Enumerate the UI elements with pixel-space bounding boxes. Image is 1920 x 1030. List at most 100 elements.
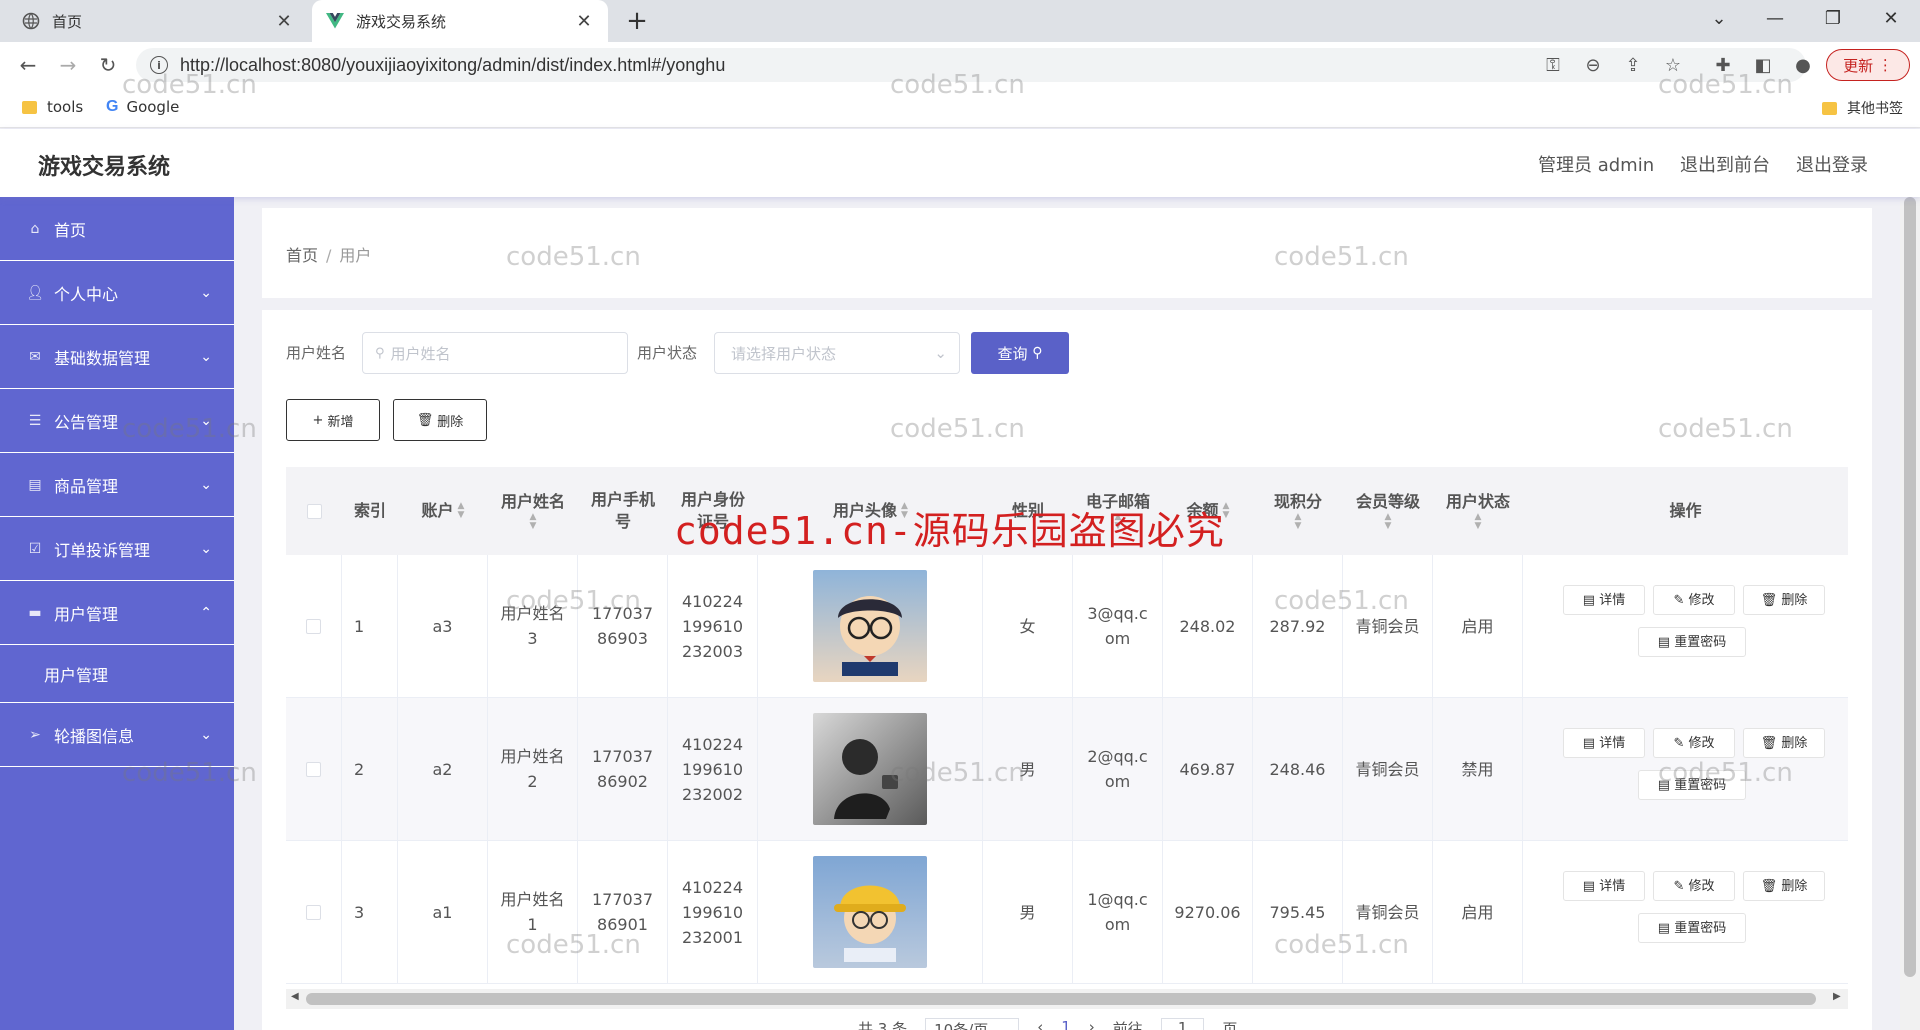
edit-button[interactable]: ✎ 修改 (1653, 871, 1735, 901)
breadcrumb-home[interactable]: 首页 (286, 246, 318, 265)
zoom-icon[interactable]: ⊖ (1580, 52, 1606, 78)
header-status[interactable]: 用户状态 ▲ ▼ (1433, 467, 1523, 555)
cell-balance: 469.87 (1163, 698, 1253, 840)
goto-input[interactable]: 1 (1160, 1018, 1205, 1030)
content-card: 用户姓名 ⚲ 用户姓名 用户状态 请选择用户状态 ⌄ 查询 ⚲ + 新增 🗑︎ 删除… (262, 310, 1872, 1030)
cell-idcard: 410224199610232003 (668, 555, 758, 697)
browser-tab-title: 首页 (52, 12, 83, 31)
scrollbar-thumb[interactable] (306, 993, 1816, 1005)
cell-balance: 248.02 (1163, 555, 1253, 697)
close-icon[interactable]: ✕ (274, 11, 294, 32)
document-icon: ▤ (1582, 878, 1600, 894)
page-size-select[interactable]: 10条/页 (925, 1018, 1020, 1030)
edit-icon: ✎ (1673, 592, 1689, 608)
sidebar-item-carousel[interactable]: ➢ 轮播图信息 ⌄ (0, 703, 234, 767)
url-text: http://localhost:8080/youxijiaoyixitong/… (180, 54, 726, 75)
page-vertical-scrollbar[interactable] (1900, 197, 1920, 1030)
header-points[interactable]: 现积分 ▲ ▼ (1253, 467, 1343, 555)
next-page-icon[interactable]: › (1089, 1018, 1095, 1030)
browser-tab-active[interactable]: 游戏交易系统 ✕ (312, 0, 608, 42)
new-tab-plus-icon[interactable]: + (622, 6, 652, 36)
status-select[interactable]: 请选择用户状态 ⌄ (714, 332, 960, 374)
sidepanel-icon[interactable]: ◧ (1750, 52, 1776, 78)
table-row: 3 a1 用户姓名1 17703786901 41022419961023200… (286, 841, 1848, 984)
header-name[interactable]: 用户姓名 ▲ ▼ (488, 467, 578, 555)
document-icon: ▤ (1582, 592, 1600, 608)
sidebar-item-complaints[interactable]: ☑ 订单投诉管理 ⌄ (0, 517, 234, 581)
star-icon[interactable]: ☆ (1660, 52, 1686, 78)
reset-password-button[interactable]: ▤ 重置密码 (1638, 627, 1746, 657)
sidebar-item-goods[interactable]: ▤ 商品管理 ⌄ (0, 453, 234, 517)
prev-page-icon[interactable]: ‹ (1037, 1018, 1043, 1030)
row-checkbox[interactable] (306, 618, 321, 634)
browser-tab-home[interactable]: 首页 ✕ (8, 0, 308, 42)
chevron-down-icon: ⌄ (200, 540, 212, 557)
current-page[interactable]: 1 (1061, 1018, 1071, 1030)
scrollbar-thumb[interactable] (1904, 197, 1916, 977)
select-all-checkbox[interactable] (306, 503, 322, 519)
header-account[interactable]: 账户 ▲ ▼ (398, 467, 488, 555)
logout-link[interactable]: 退出登录 (1796, 151, 1868, 177)
folder-icon: ▬ (28, 604, 42, 621)
search-icon: ⚲ (375, 345, 385, 361)
sidebar-item-personal-center[interactable]: 👤︎ 个人中心 ⌄ (0, 261, 234, 325)
edit-button[interactable]: ✎ 修改 (1653, 585, 1735, 615)
update-button[interactable]: 更新 ⋮ (1826, 49, 1910, 81)
cell-index: 3 (342, 841, 398, 983)
sidebar-item-notice[interactable]: ☰ 公告管理 ⌄ (0, 389, 234, 453)
profile-icon[interactable]: ● (1790, 52, 1816, 78)
row-checkbox[interactable] (306, 904, 321, 920)
extensions-icon[interactable]: ✚ (1710, 52, 1736, 78)
detail-button[interactable]: ▤ 详情 (1563, 728, 1645, 758)
chevron-down-icon: ⌄ (200, 412, 212, 429)
header-phone[interactable]: 用户手机号 (578, 467, 668, 555)
reload-icon[interactable]: ↻ (94, 51, 122, 79)
folder-icon (22, 100, 37, 114)
edit-button[interactable]: ✎ 修改 (1653, 728, 1735, 758)
delete-row-button[interactable]: 🗑︎ 删除 (1743, 871, 1825, 901)
info-icon[interactable]: i (150, 56, 168, 74)
reset-password-button[interactable]: ▤ 重置密码 (1638, 913, 1746, 943)
bookmark-tools[interactable]: tools (22, 98, 83, 116)
maximize-icon[interactable]: ❐ (1818, 8, 1848, 29)
name-search-input[interactable]: ⚲ 用户姓名 (362, 332, 628, 374)
scroll-right-icon[interactable]: ▶ (1833, 991, 1841, 1002)
user-avatar-image[interactable] (813, 713, 927, 825)
minimize-icon[interactable]: — (1760, 8, 1790, 29)
document-icon: ▤ (1657, 777, 1675, 793)
cell-email: 3@qq.com (1073, 555, 1163, 697)
reset-password-button[interactable]: ▤ 重置密码 (1638, 770, 1746, 800)
key-icon[interactable]: ⚿ (1540, 52, 1566, 78)
row-checkbox[interactable] (306, 761, 321, 777)
forward-arrow-icon[interactable]: → (54, 51, 82, 79)
user-avatar-image[interactable] (813, 856, 927, 968)
detail-button[interactable]: ▤ 详情 (1563, 871, 1645, 901)
breadcrumb-card: 首页 / 用户 (262, 208, 1872, 298)
cell-phone: 17703786902 (578, 698, 668, 840)
back-to-frontend-link[interactable]: 退出到前台 (1680, 151, 1770, 177)
delete-button[interactable]: 🗑︎ 删除 (393, 399, 487, 441)
sidebar-item-home[interactable]: ⌂ 首页 (0, 197, 234, 261)
close-icon[interactable]: ✕ (574, 11, 594, 32)
delete-row-button[interactable]: 🗑︎ 删除 (1743, 585, 1825, 615)
search-icon: ⚲ (1032, 345, 1043, 361)
other-bookmarks[interactable]: 其他书签 (1822, 98, 1903, 118)
share-icon[interactable]: ⇪ (1620, 52, 1646, 78)
sidebar-item-basic-data[interactable]: ✉ 基础数据管理 ⌄ (0, 325, 234, 389)
sidebar-subitem-user-management[interactable]: 用户管理 (0, 645, 234, 703)
user-avatar-image[interactable] (813, 570, 927, 682)
bookmark-google[interactable]: G Google (106, 98, 179, 116)
header-level[interactable]: 会员等级 ▲ ▼ (1343, 467, 1433, 555)
window-close-icon[interactable]: ✕ (1876, 8, 1906, 29)
back-arrow-icon[interactable]: ← (14, 51, 42, 79)
query-button[interactable]: 查询 ⚲ (971, 332, 1069, 374)
add-button[interactable]: + 新增 (286, 399, 380, 441)
table-horizontal-scrollbar[interactable]: ◀ ▶ (286, 989, 1848, 1009)
sidebar-item-user-management[interactable]: ▬ 用户管理 ⌃ (0, 581, 234, 645)
cell-points: 287.92 (1253, 555, 1343, 697)
scroll-left-icon[interactable]: ◀ (291, 991, 299, 1002)
detail-button[interactable]: ▤ 详情 (1563, 585, 1645, 615)
trash-icon: 🗑︎ (1760, 735, 1782, 751)
chevron-down-icon[interactable]: ⌄ (1704, 8, 1734, 29)
delete-row-button[interactable]: 🗑︎ 删除 (1743, 728, 1825, 758)
